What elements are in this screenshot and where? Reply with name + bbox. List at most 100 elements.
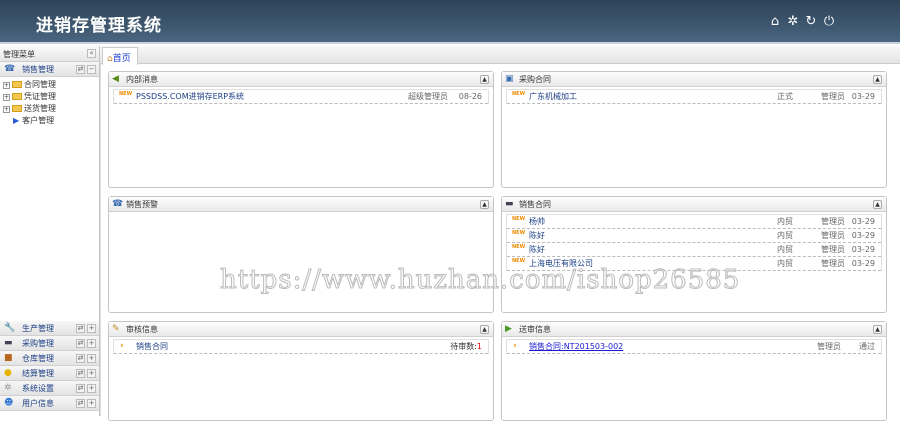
item-author: 管理员	[817, 342, 841, 351]
list-item[interactable]: › 销售合同 待审数:1	[114, 340, 488, 354]
panel-title: 销售预警	[126, 200, 158, 209]
tree-item-customer[interactable]: ▶ 客户管理	[3, 115, 99, 127]
expand-button[interactable]: +	[87, 369, 96, 378]
expand-icon[interactable]: +	[3, 94, 10, 101]
item-author: 管理员	[821, 231, 845, 240]
tab-label: 首页	[112, 54, 131, 64]
refresh-button[interactable]: ⇄	[76, 369, 85, 378]
tree-label: 凭证管理	[24, 92, 56, 101]
item-type: 内贸	[777, 245, 793, 254]
pending-count: 1	[476, 342, 482, 351]
chevron-right-icon: ›	[513, 341, 517, 351]
tree-item-voucher[interactable]: + 凭证管理	[3, 91, 99, 103]
send-icon: ▶	[505, 324, 512, 334]
folder-icon	[12, 105, 22, 112]
tab-home[interactable]: ⌂首页	[102, 47, 138, 65]
group-label: 系统设置	[22, 384, 54, 393]
collapse-button[interactable]: ▲	[480, 75, 489, 84]
item-date: 03-29	[851, 245, 875, 254]
collapse-button[interactable]: ▲	[480, 325, 489, 334]
item-title[interactable]: 陈好	[529, 243, 545, 256]
new-badge: NEW	[512, 230, 526, 236]
book-icon: ▣	[505, 74, 514, 84]
sales-icon: ☎	[4, 64, 16, 74]
item-title[interactable]: 陈好	[529, 229, 545, 242]
list-item[interactable]: NEW 上海电压有限公司 内贸 管理员 03-29	[507, 257, 881, 271]
sidebar-group-warehouse[interactable]: ■ 仓库管理 ⇄ +	[0, 351, 99, 366]
tree-label: 送货管理	[24, 104, 56, 113]
refresh-button[interactable]: ⇄	[76, 354, 85, 363]
panel-title: 销售合同	[519, 200, 551, 209]
wrench-icon: 🔧	[4, 323, 16, 333]
collapse-button[interactable]: ▲	[873, 75, 882, 84]
sidebar-group-purchase[interactable]: ▬ 采购管理 ⇄ +	[0, 336, 99, 351]
expand-button[interactable]: +	[87, 399, 96, 408]
item-title[interactable]: 上海电压有限公司	[529, 257, 593, 270]
expand-button[interactable]: +	[87, 324, 96, 333]
phone-icon: ☎	[112, 199, 124, 209]
item-author: 管理员	[821, 245, 845, 254]
expand-icon[interactable]: +	[3, 82, 10, 89]
arrow-icon: ▶	[13, 116, 20, 125]
item-title[interactable]: PSSDSS.COM进销存ERP系统	[136, 90, 244, 103]
sidebar-group-settlement[interactable]: ● 结算管理 ⇄ +	[0, 366, 99, 381]
sidebar: 管理菜单 « ☎ 销售管理 ⇄ − + 合同管理 + 凭证管理 + 送货管理 ▶ 客户管理 …	[0, 46, 100, 416]
refresh-button[interactable]: ⇄	[76, 339, 85, 348]
box-icon: ■	[4, 353, 13, 363]
refresh-button[interactable]: ⇄	[76, 399, 85, 408]
expand-button[interactable]: +	[87, 339, 96, 348]
new-badge: NEW	[512, 91, 526, 97]
sidebar-group-sales[interactable]: ☎ 销售管理 ⇄ −	[0, 62, 99, 77]
expand-button[interactable]: +	[87, 354, 96, 363]
collapse-sidebar-button[interactable]: «	[87, 49, 96, 58]
item-link[interactable]: 销售合同:NT201503-002	[529, 342, 623, 351]
item-date: 03-29	[851, 259, 875, 268]
item-title[interactable]: 杨帅	[529, 215, 545, 228]
item-author: 超级管理员	[408, 92, 448, 101]
item-title[interactable]: 广东机械加工	[529, 90, 577, 103]
group-label: 生产管理	[22, 324, 54, 333]
folder-icon	[12, 93, 22, 100]
list-item[interactable]: NEW 广东机械加工 正式 管理员 03-29	[507, 90, 881, 104]
panel-title: 内部消息	[126, 75, 158, 84]
group-label: 用户信息	[22, 399, 54, 408]
list-item[interactable]: NEW 陈好 内贸 管理员 03-29	[507, 229, 881, 243]
item-title[interactable]: 销售合同	[136, 340, 168, 353]
list-item[interactable]: NEW 杨帅 内贸 管理员 03-29	[507, 215, 881, 229]
sidebar-group-user[interactable]: ☻ 用户信息 ⇄ +	[0, 396, 99, 411]
sidebar-group-settings[interactable]: ✲ 系统设置 ⇄ +	[0, 381, 99, 396]
new-badge: NEW	[512, 258, 526, 264]
list-item[interactable]: NEW PSSDSS.COM进销存ERP系统 超级管理员 08-26	[114, 90, 488, 104]
gear-icon[interactable]: ✲	[786, 14, 800, 29]
menu-tree: + 合同管理 + 凭证管理 + 送货管理 ▶ 客户管理	[0, 77, 99, 274]
sidebar-title-text: 管理菜单	[3, 50, 35, 59]
collapse-button[interactable]: −	[87, 65, 96, 74]
power-icon[interactable]: ⏻	[822, 14, 836, 29]
tree-item-delivery[interactable]: + 送货管理	[3, 103, 99, 115]
expand-button[interactable]: +	[87, 384, 96, 393]
expand-icon[interactable]: +	[3, 106, 10, 113]
tree-item-contract[interactable]: + 合同管理	[3, 79, 99, 91]
panel-title: 采购合同	[519, 75, 551, 84]
group-label: 结算管理	[22, 369, 54, 378]
refresh-button[interactable]: ⇄	[76, 324, 85, 333]
panel-sales-contracts: ▬ 销售合同 ▲ NEW 杨帅 内贸 管理员 03-29 NEW 陈好 内贸 管理员 03-29 N…	[501, 196, 887, 313]
tree-label: 客户管理	[22, 116, 55, 125]
sidebar-group-production[interactable]: 🔧 生产管理 ⇄ +	[0, 321, 99, 336]
refresh-icon[interactable]: ↻	[804, 14, 818, 29]
item-author: 管理员	[821, 259, 845, 268]
collapse-button[interactable]: ▲	[480, 200, 489, 209]
home-icon[interactable]: ⌂	[768, 14, 782, 29]
refresh-button[interactable]: ⇄	[76, 384, 85, 393]
list-item[interactable]: NEW 陈好 内贸 管理员 03-29	[507, 243, 881, 257]
coins-icon: ●	[4, 368, 12, 378]
item-author: 管理员	[821, 217, 845, 226]
panel-internal-messages: ◀ 内部消息 ▲ NEW PSSDSS.COM进销存ERP系统 超级管理员 08-26	[108, 71, 494, 188]
refresh-button[interactable]: ⇄	[76, 65, 85, 74]
list-item[interactable]: › 销售合同:NT201503-002 管理员 通过	[507, 340, 881, 354]
truck-icon: ▬	[505, 199, 514, 209]
collapse-button[interactable]: ▲	[873, 200, 882, 209]
tree-label: 合同管理	[24, 80, 56, 89]
collapse-button[interactable]: ▲	[873, 325, 882, 334]
folder-icon	[12, 81, 22, 88]
